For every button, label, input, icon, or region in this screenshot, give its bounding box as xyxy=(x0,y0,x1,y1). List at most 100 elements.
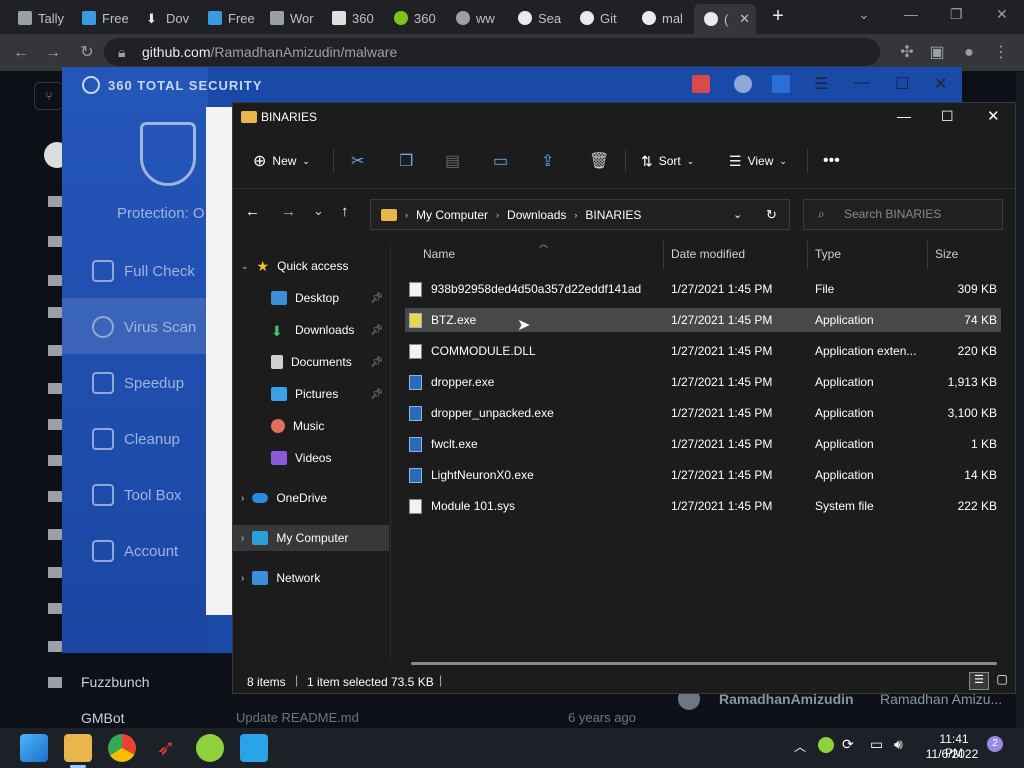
gift-icon[interactable] xyxy=(692,75,710,93)
menu-cleanup[interactable]: Cleanup xyxy=(92,428,180,450)
menu-icon[interactable]: ☰ xyxy=(814,74,828,94)
sync-icon[interactable]: ⟳ xyxy=(842,736,854,753)
more-options-icon[interactable]: ••• xyxy=(823,145,840,177)
chevron-down-icon[interactable]: ⌄ xyxy=(733,208,742,221)
minimize-icon[interactable]: — xyxy=(904,6,918,22)
monitor-icon[interactable]: ▭ xyxy=(870,736,883,753)
page-scrollbar[interactable] xyxy=(1016,72,1024,728)
column-divider[interactable] xyxy=(927,241,928,269)
maximize-icon[interactable]: ☐ xyxy=(895,74,909,94)
nav-documents[interactable]: Documents 📌︎ xyxy=(233,349,389,375)
tab-7[interactable]: 360 xyxy=(384,6,446,30)
column-size[interactable]: Size xyxy=(935,247,958,261)
delete-icon[interactable]: 🗑︎ xyxy=(589,145,609,177)
extensions-icon[interactable]: ✣ xyxy=(896,42,918,64)
file-row[interactable]: fwclt.exe 1/27/2021 1:45 PM Application … xyxy=(405,432,1001,456)
tab-11[interactable]: mal xyxy=(632,6,694,30)
nav-desktop[interactable]: Desktop 📌︎ xyxy=(233,285,389,311)
forward-icon[interactable]: → xyxy=(42,42,64,64)
360-tray-icon[interactable] xyxy=(818,737,834,753)
column-name[interactable]: Name xyxy=(423,247,455,261)
nav-quick-access[interactable]: ⌄ ★ Quick access xyxy=(233,253,389,279)
chevron-up-icon[interactable]: ︿ xyxy=(794,738,806,755)
menu-tool-box[interactable]: Tool Box xyxy=(92,484,182,506)
minimize-icon[interactable]: — xyxy=(897,108,911,124)
360-security-icon[interactable] xyxy=(196,734,224,762)
column-divider[interactable] xyxy=(663,241,664,269)
close-tab-icon[interactable]: ✕ xyxy=(739,11,750,27)
nav-network[interactable]: › Network xyxy=(233,565,389,591)
app-icon[interactable]: ➶ xyxy=(152,734,180,762)
file-row-selected[interactable]: BTZ.exe 1/27/2021 1:45 PM Application 74… xyxy=(405,308,1001,332)
file-row[interactable]: dropper.exe 1/27/2021 1:45 PM Applicatio… xyxy=(405,370,1001,394)
forward-icon[interactable]: → xyxy=(281,203,296,220)
tab-8[interactable]: ww xyxy=(446,6,508,30)
app-icon[interactable] xyxy=(240,734,268,762)
column-divider[interactable] xyxy=(807,241,808,269)
copy-icon[interactable]: ❐ xyxy=(399,145,413,177)
file-row[interactable]: 938b92958ded4d50a357d22eddf141ad 1/27/20… xyxy=(405,277,1001,301)
paste-icon[interactable]: ▤ xyxy=(445,145,460,177)
new-button[interactable]: ⊕ New ⌄ xyxy=(253,145,310,177)
menu-full-check[interactable]: Full Check xyxy=(92,260,195,282)
breadcrumb-my-computer[interactable]: My Computer xyxy=(416,208,488,222)
file-row[interactable]: dropper_unpacked.exe 1/27/2021 1:45 PM A… xyxy=(405,401,1001,425)
menu-icon[interactable]: ⋮ xyxy=(990,42,1012,64)
nav-music[interactable]: Music xyxy=(233,413,389,439)
maximize-icon[interactable]: ☐ xyxy=(941,108,954,125)
tab-1[interactable]: Tally xyxy=(8,6,70,30)
nav-onedrive[interactable]: › OneDrive xyxy=(233,485,389,511)
minimize-icon[interactable]: — xyxy=(854,74,870,92)
repo-folder-link[interactable]: Fuzzbunch xyxy=(81,674,149,690)
breadcrumb-binaries[interactable]: BINARIES xyxy=(585,208,641,222)
volume-icon[interactable]: 🔊︎ xyxy=(894,736,903,753)
new-tab-button[interactable]: + xyxy=(768,6,788,26)
side-panel-icon[interactable]: ▣ xyxy=(926,42,948,64)
user-icon[interactable] xyxy=(734,75,752,93)
menu-virus-scan[interactable]: Virus Scan xyxy=(92,316,196,338)
tab-4[interactable]: Free xyxy=(198,6,260,30)
column-date-modified[interactable]: Date modified xyxy=(671,247,745,261)
clock-date[interactable]: 11/6/2022 xyxy=(924,747,980,761)
recent-locations-icon[interactable]: ⌄ xyxy=(313,203,324,219)
nav-downloads[interactable]: ⬇ Downloads 📌︎ xyxy=(233,317,389,343)
tab-5[interactable]: Wor xyxy=(260,6,322,30)
details-view-icon[interactable]: ☰ xyxy=(969,672,989,690)
cut-icon[interactable]: ✂ xyxy=(351,145,364,177)
nav-videos[interactable]: Videos xyxy=(233,445,389,471)
chevron-down-icon[interactable]: ⌄ xyxy=(858,6,870,23)
chrome-icon[interactable] xyxy=(108,734,136,762)
address-bar[interactable]: 🔒︎ github.com/RamadhanAmizudin/malware xyxy=(104,38,880,66)
tab-10[interactable]: Git xyxy=(570,6,632,30)
restore-icon[interactable]: ❐ xyxy=(950,6,963,23)
file-row[interactable]: COMMODULE.DLL 1/27/2021 1:45 PM Applicat… xyxy=(405,339,1001,363)
tab-3[interactable]: ⬇ Dov xyxy=(136,6,198,30)
up-icon[interactable]: ↑ xyxy=(341,203,349,220)
close-icon[interactable]: ✕ xyxy=(934,74,947,94)
breadcrumb[interactable]: › My Computer › Downloads › BINARIES ⌄ ↻ xyxy=(370,199,790,230)
nav-my-computer[interactable]: › My Computer xyxy=(233,525,389,551)
commit-message[interactable]: Update README.md xyxy=(236,710,359,725)
sort-button[interactable]: ⇅ Sort ⌄ xyxy=(641,145,694,177)
reload-icon[interactable]: ↻ xyxy=(76,42,98,64)
share-icon[interactable]: ⇪ xyxy=(541,145,554,177)
profile-icon[interactable]: ● xyxy=(958,42,980,64)
refresh-icon[interactable]: ↻ xyxy=(766,207,777,223)
nav-pictures[interactable]: Pictures 📌︎ xyxy=(233,381,389,407)
file-explorer-icon[interactable] xyxy=(64,734,92,762)
breadcrumb-downloads[interactable]: Downloads xyxy=(507,208,566,222)
branch-icon[interactable]: ⑂ xyxy=(34,82,64,110)
menu-speedup[interactable]: Speedup xyxy=(92,372,184,394)
horizontal-scrollbar[interactable] xyxy=(411,662,997,665)
tab-9[interactable]: Sea xyxy=(508,6,570,30)
tab-2[interactable]: Free xyxy=(72,6,134,30)
tab-active[interactable]: (✕ xyxy=(694,4,756,34)
menu-account[interactable]: Account xyxy=(92,540,178,562)
notification-badge[interactable]: 2 xyxy=(987,736,1003,752)
file-row[interactable]: LightNeuronX0.exe 1/27/2021 1:45 PM Appl… xyxy=(405,463,1001,487)
search-input[interactable]: ⌕ Search BINARIES xyxy=(803,199,1003,230)
back-icon[interactable]: ← xyxy=(245,203,260,220)
back-icon[interactable]: ← xyxy=(10,42,32,64)
repo-folder-link[interactable]: GMBot xyxy=(81,710,125,726)
rename-icon[interactable]: ▭ xyxy=(493,145,508,177)
